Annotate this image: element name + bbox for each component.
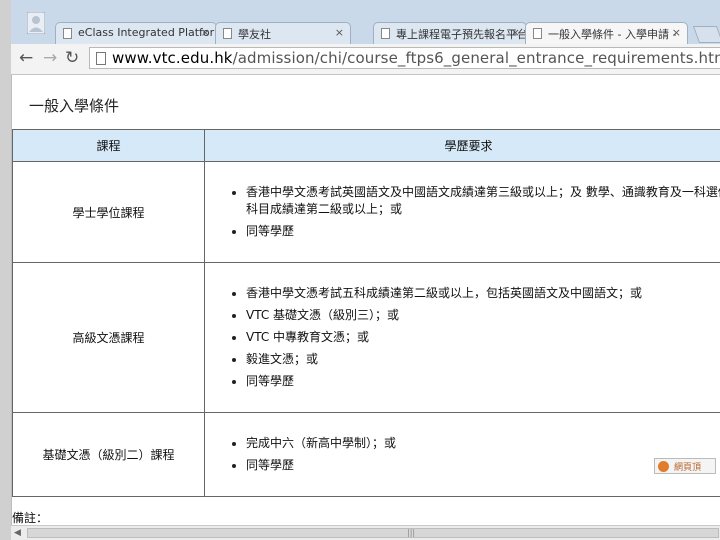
tab-general-entrance[interactable]: 一般入學條件 - 入學申請 - ×: [525, 22, 688, 44]
reload-icon[interactable]: ↻: [65, 49, 79, 67]
close-icon[interactable]: ×: [335, 26, 344, 39]
course-name: 高級文憑課程: [12, 262, 205, 413]
back-to-top-label: 網頁頂: [674, 463, 702, 473]
url-text: www.vtc.edu.hk/admission/chi/course_ftps…: [112, 49, 720, 67]
page-info-icon[interactable]: [96, 52, 106, 65]
scrollbar-grip-icon: |||: [407, 528, 416, 537]
tab-eclass[interactable]: eClass Integrated Platfor ×: [55, 22, 217, 44]
requirement-item: 毅進文憑；或: [232, 351, 720, 368]
page-icon: [63, 28, 72, 39]
close-icon[interactable]: ×: [511, 26, 520, 39]
page-icon: [381, 28, 390, 39]
course-name: 學士學位課程: [12, 161, 205, 263]
navigation-toolbar: ← → ↻ www.vtc.edu.hk/admission/chi/cours…: [11, 44, 720, 75]
tab-eapp[interactable]: 專上課程電子預先報名平台 ×: [373, 22, 527, 44]
remarks-label: 備註：: [12, 511, 49, 525]
scrollbar-thumb[interactable]: [27, 528, 719, 538]
tab-hkfyg[interactable]: 學友社 ×: [215, 22, 351, 44]
table-row: 學士學位課程 香港中學文憑考試英國語文及中國語文成績達第三級或以上；及 數學、通…: [12, 161, 720, 263]
new-tab-button[interactable]: [692, 26, 720, 43]
requirement-item: VTC 中專教育文憑；或: [232, 329, 720, 346]
course-name: 基礎文憑（級別二）課程: [12, 412, 205, 497]
requirement-item: VTC 基礎文憑（級別三）；或: [232, 307, 720, 324]
page-icon: [533, 28, 542, 39]
close-icon[interactable]: ×: [201, 26, 210, 39]
address-bar[interactable]: www.vtc.edu.hk/admission/chi/course_ftps…: [89, 47, 720, 69]
column-header-course: 課程: [12, 129, 205, 162]
scroll-left-icon[interactable]: ◀: [14, 528, 21, 538]
user-avatar-icon[interactable]: [27, 12, 45, 34]
left-margin-strip: [0, 0, 12, 540]
tab-label: 學友社: [238, 28, 271, 41]
requirement-item: 同等學歷: [232, 457, 720, 474]
requirements-cell: 香港中學文憑考試五科成績達第二級或以上，包括英國語文及中國語文；或 VTC 基礎…: [204, 262, 720, 413]
back-to-top-button[interactable]: 網頁頂: [654, 458, 716, 474]
page-icon: [223, 28, 232, 39]
browser-window: eClass Integrated Platfor × 學友社 × 專上課程電子…: [0, 0, 720, 540]
requirements-table: 課程 學歷要求 學士學位課程 香港中學文憑考試英國語文及中國語文成績達第三級或以…: [12, 129, 720, 497]
table-row: 基礎文憑（級別二）課程 完成中六（新高中學制）；或 同等學歷: [12, 412, 720, 497]
column-header-requirements: 學歷要求: [204, 129, 720, 162]
requirement-item: 完成中六（新高中學制）；或: [232, 435, 720, 452]
page-content: 一般入學條件 課程 學歷要求 學士學位課程 香港中學文憑考試英國語文及中國語文成…: [12, 75, 720, 525]
forward-icon[interactable]: →: [43, 49, 57, 67]
page-title: 一般入學條件: [29, 97, 120, 115]
requirement-item: 香港中學文憑考試英國語文及中國語文成績達第三級或以上；及 數學、通識教育及一科選…: [232, 184, 720, 218]
requirement-item: 同等學歷: [232, 223, 720, 240]
horizontal-scrollbar[interactable]: ◀ |||: [11, 525, 720, 540]
requirements-cell: 完成中六（新高中學制）；或 同等學歷: [204, 412, 720, 497]
arrow-up-icon: [658, 461, 669, 472]
requirement-item: 同等學歷: [232, 373, 720, 390]
back-icon[interactable]: ←: [19, 49, 33, 67]
tab-label: eClass Integrated Platfor: [78, 26, 215, 39]
tab-label: 一般入學條件 - 入學申請 -: [548, 28, 677, 41]
table-header-row: 課程 學歷要求: [12, 129, 720, 162]
tab-label: 專上課程電子預先報名平台: [396, 28, 527, 41]
close-icon[interactable]: ×: [672, 26, 681, 39]
table-row: 高級文憑課程 香港中學文憑考試五科成績達第二級或以上，包括英國語文及中國語文；或…: [12, 262, 720, 413]
tab-bar: eClass Integrated Platfor × 學友社 × 專上課程電子…: [11, 0, 720, 45]
requirements-cell: 香港中學文憑考試英國語文及中國語文成績達第三級或以上；及 數學、通識教育及一科選…: [204, 161, 720, 263]
requirement-item: 香港中學文憑考試五科成績達第二級或以上，包括英國語文及中國語文；或: [232, 285, 720, 302]
